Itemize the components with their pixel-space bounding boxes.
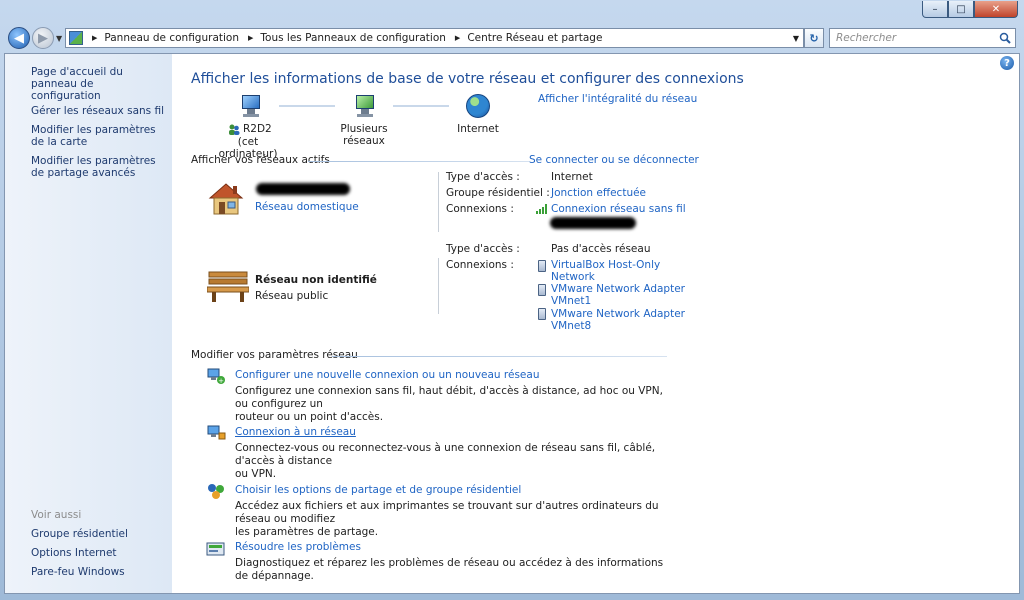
network-adapter-icon xyxy=(538,260,546,272)
adapter-link-vmnet8[interactable]: VMware Network Adapter VMnet8 xyxy=(551,308,685,332)
separator xyxy=(438,258,439,314)
task-troubleshoot-desc: Diagnostiquez et réparez les problèmes d… xyxy=(235,557,664,582)
task-connect-network-link[interactable]: Connexion à un réseau xyxy=(235,426,356,438)
address-bar[interactable]: ▶ Panneau de configuration ▶ Tous les Pann… xyxy=(65,28,804,48)
computer-name: R2D2 xyxy=(243,123,272,135)
sidebar-link-homegroup[interactable]: Groupe résidentiel xyxy=(31,528,128,540)
breadcrumb-arrow-icon[interactable]: ▶ xyxy=(92,34,97,42)
internet-label: Internet xyxy=(457,123,499,135)
main-panel: Afficher les informations de base de vot… xyxy=(190,54,1020,593)
breadcrumb-all-control-panels[interactable]: Tous les Panneaux de configuration xyxy=(260,32,446,44)
wireless-connection-link[interactable]: Connexion réseau sans fil xyxy=(551,203,686,215)
modify-settings-heading: Modifier vos paramètres réseau xyxy=(191,349,358,361)
connect-to-network-icon xyxy=(207,425,226,440)
access-type-value: Pas d'accès réseau xyxy=(551,243,651,255)
home-network-type-link[interactable]: Réseau domestique xyxy=(255,201,359,213)
connections-label: Connexions : xyxy=(446,203,514,215)
back-button[interactable]: ◀ xyxy=(8,27,30,49)
breadcrumb-arrow-icon[interactable]: ▶ xyxy=(455,34,460,42)
navigation-bar: ◀ ▶ ▼ ▶ Panneau de configuration ▶ Tous le… xyxy=(0,24,1024,52)
wireless-signal-icon xyxy=(536,204,547,214)
access-type-label: Type d'accès : xyxy=(446,243,520,255)
sidebar-link-internet-options[interactable]: Options Internet xyxy=(31,547,117,559)
task-sharing-options-desc: Accédez aux fichiers et aux imprimantes … xyxy=(235,500,659,538)
user-group-icon xyxy=(229,124,240,135)
separator xyxy=(438,172,439,232)
connect-disconnect-link[interactable]: Se connecter ou se déconnecter xyxy=(529,154,699,166)
adapter-link-virtualbox[interactable]: VirtualBox Host-Only Network xyxy=(551,259,660,283)
computer-label: R2D2 xyxy=(228,123,272,135)
sidebar: Page d'accueil du panneau de configurati… xyxy=(5,54,172,593)
adapter-link-vmnet1[interactable]: VMware Network Adapter VMnet1 xyxy=(551,283,685,307)
sidebar-link-adapter-settings[interactable]: Modifier les paramètres de la carte xyxy=(31,124,166,148)
task-new-connection-desc: Configurez une connexion sans fil, haut … xyxy=(235,385,663,423)
unidentified-network-name: Réseau non identifié xyxy=(255,274,377,286)
window-frame: – □ ✕ ◀ ▶ ▼ ▶ Panneau de configuration ▶ T… xyxy=(0,0,1024,600)
breadcrumb-control-panel[interactable]: Panneau de configuration xyxy=(104,32,239,44)
breadcrumb-arrow-icon[interactable]: ▶ xyxy=(248,34,253,42)
recent-pages-dropdown[interactable]: ▼ xyxy=(56,34,62,43)
multiple-networks-label: Plusieurs réseaux xyxy=(340,123,388,147)
search-input[interactable]: Rechercher xyxy=(829,28,1016,48)
forward-button[interactable]: ▶ xyxy=(32,27,54,49)
view-full-map-link[interactable]: Afficher l'intégralité du réseau xyxy=(538,93,697,105)
minimize-button[interactable]: – xyxy=(922,1,948,18)
caption-buttons: – □ ✕ xyxy=(922,1,1018,18)
content-area: Page d'accueil du panneau de configurati… xyxy=(4,53,1020,594)
public-network-bench-icon xyxy=(207,271,249,302)
task-sharing-options-link[interactable]: Choisir les options de partage et de gro… xyxy=(235,484,521,496)
svg-text:+: + xyxy=(218,377,224,385)
maximize-button[interactable]: □ xyxy=(948,1,974,18)
task-connect-network-desc: Connectez-vous ou reconnectez-vous à une… xyxy=(235,442,656,480)
search-placeholder: Rechercher xyxy=(836,32,897,44)
task-troubleshoot-link[interactable]: Résoudre les problèmes xyxy=(235,541,361,553)
access-type-value: Internet xyxy=(551,171,593,183)
homegroup-link[interactable]: Jonction effectuée xyxy=(551,187,646,199)
control-panel-icon xyxy=(69,31,83,45)
close-button[interactable]: ✕ xyxy=(974,1,1018,18)
connection-line xyxy=(279,105,335,107)
connections-label: Connexions : xyxy=(446,259,514,271)
see-also-heading: Voir aussi xyxy=(31,509,82,521)
redacted-network-name xyxy=(256,183,350,195)
sharing-options-icon xyxy=(208,484,224,499)
internet-globe-icon[interactable] xyxy=(466,94,490,118)
computer-icon[interactable] xyxy=(239,95,263,117)
divider xyxy=(332,356,667,357)
home-network-icon xyxy=(208,183,244,215)
sidebar-link-home[interactable]: Page d'accueil du panneau de configurati… xyxy=(31,66,166,102)
network-adapter-icon xyxy=(538,308,546,320)
network-adapter-icon xyxy=(538,284,546,296)
sidebar-link-wireless[interactable]: Gérer les réseaux sans fil xyxy=(31,105,166,117)
page-title: Afficher les informations de base de vot… xyxy=(191,71,744,87)
sidebar-link-firewall[interactable]: Pare-feu Windows xyxy=(31,566,125,578)
breadcrumb-network-center[interactable]: Centre Réseau et partage xyxy=(467,32,602,44)
search-icon[interactable] xyxy=(999,32,1011,44)
task-new-connection-link[interactable]: Configurer une nouvelle connexion ou un … xyxy=(235,369,540,381)
access-type-label: Type d'accès : xyxy=(446,171,520,183)
homegroup-label: Groupe résidentiel : xyxy=(446,187,550,199)
new-connection-icon: + xyxy=(207,368,225,385)
refresh-button[interactable]: ↻ xyxy=(804,28,824,48)
address-dropdown-icon[interactable]: ▼ xyxy=(789,29,803,47)
divider xyxy=(308,161,530,162)
troubleshoot-icon xyxy=(206,542,225,556)
public-network-type: Réseau public xyxy=(255,290,329,302)
multiple-networks-icon[interactable] xyxy=(353,95,377,117)
redacted-ssid xyxy=(550,217,636,229)
active-networks-heading: Afficher vos réseaux actifs xyxy=(191,154,330,166)
sidebar-link-sharing-settings[interactable]: Modifier les paramètres de partage avanc… xyxy=(31,155,166,179)
connection-line xyxy=(393,105,449,107)
